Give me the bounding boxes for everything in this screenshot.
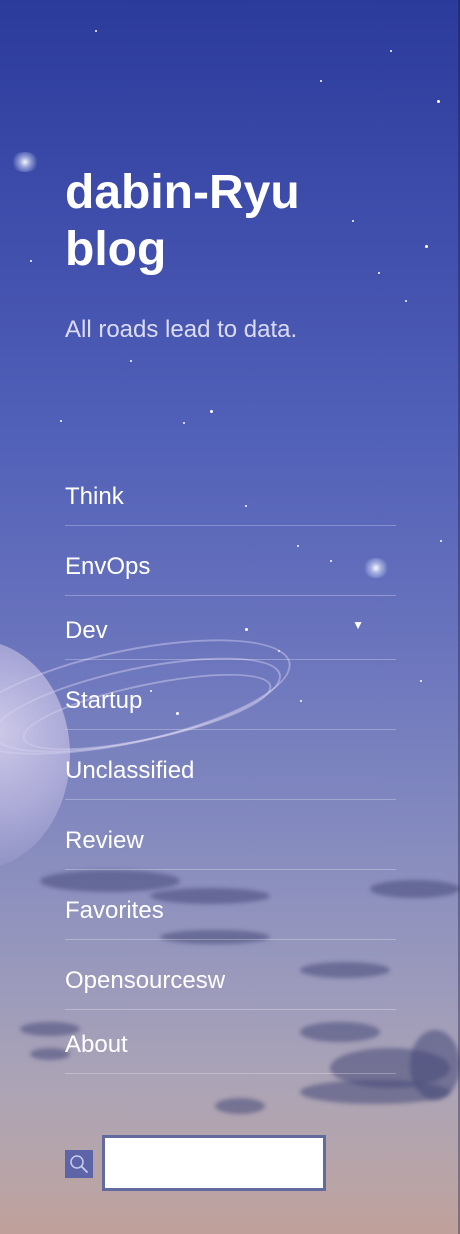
- site-title[interactable]: dabin-Ryu blog: [65, 164, 365, 278]
- nav-link-startup[interactable]: Startup: [65, 687, 142, 715]
- site-description: All roads lead to data.: [65, 316, 298, 343]
- main-navigation: Think EnvOps Dev ▼ Startup Unclassified …: [65, 480, 396, 1074]
- nav-item-opensourcesw: Opensourcesw: [65, 940, 396, 1010]
- nav-item-about: About: [65, 1010, 396, 1074]
- nav-item-envops: EnvOps: [65, 526, 396, 596]
- nav-link-unclassified[interactable]: Unclassified: [65, 757, 194, 785]
- nav-link-favorites[interactable]: Favorites: [65, 897, 164, 925]
- search-icon[interactable]: [65, 1150, 93, 1178]
- search-input[interactable]: [102, 1135, 326, 1191]
- nav-link-about[interactable]: About: [65, 1031, 128, 1059]
- nav-link-review[interactable]: Review: [65, 827, 144, 855]
- nav-item-unclassified: Unclassified: [65, 730, 396, 800]
- nav-item-review: Review: [65, 800, 396, 870]
- dropdown-arrow-icon[interactable]: ▼: [352, 618, 364, 632]
- nav-link-envops[interactable]: EnvOps: [65, 553, 150, 581]
- nav-item-think: Think: [65, 480, 396, 526]
- nav-item-favorites: Favorites: [65, 870, 396, 940]
- nav-item-dev: Dev ▼: [65, 596, 396, 660]
- sidebar: dabin-Ryu blog All roads lead to data. T…: [0, 0, 460, 1234]
- nav-link-think[interactable]: Think: [65, 483, 124, 511]
- nav-link-dev[interactable]: Dev: [65, 617, 108, 645]
- nav-item-startup: Startup: [65, 660, 396, 730]
- nav-link-opensourcesw[interactable]: Opensourcesw: [65, 967, 225, 995]
